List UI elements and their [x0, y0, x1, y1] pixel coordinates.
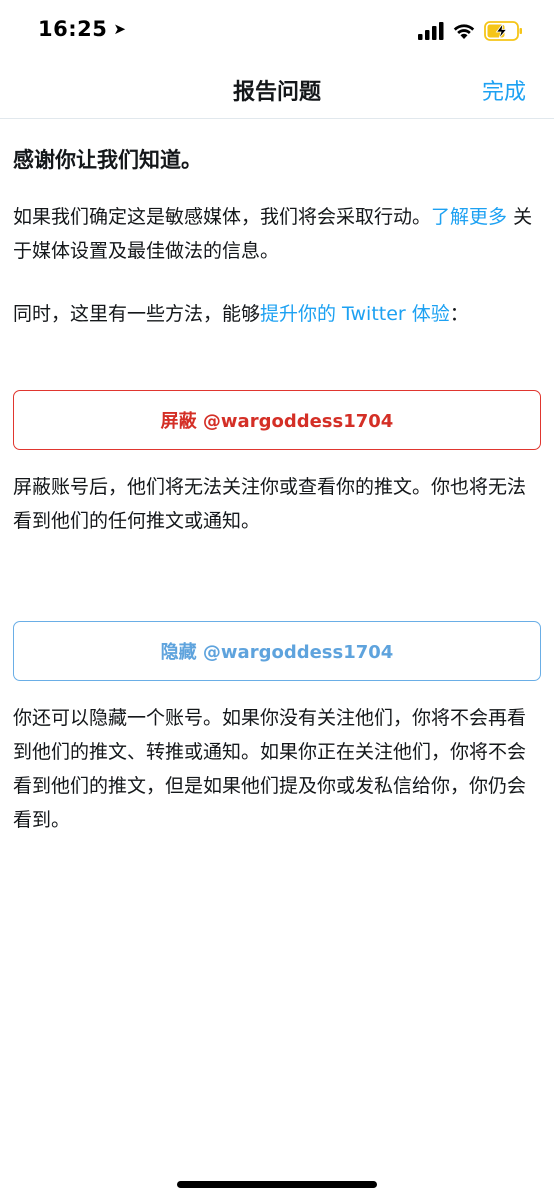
status-time: 16:25 ➤ — [38, 17, 126, 41]
report-issue-screen: 16:25 ➤ 报告问题 完成 感谢你让我们知道。 如果我们确定这是敏感媒体，我… — [0, 0, 554, 1200]
improve-experience-tail: ： — [449, 303, 469, 325]
status-time-text: 16:25 — [38, 17, 108, 41]
block-account-button[interactable]: 屏蔽 @wargoddess1704 — [13, 390, 541, 450]
wifi-icon — [453, 24, 475, 39]
improve-experience-text: 同时，这里有一些方法，能够 — [13, 303, 261, 325]
status-icons — [418, 20, 524, 42]
page-title: 报告问题 — [232, 80, 321, 105]
cellular-signal-icon — [418, 22, 444, 40]
block-account-label: 屏蔽 @wargoddess1704 — [160, 411, 394, 432]
improve-twitter-experience-link[interactable]: 提升你的 Twitter 体验 — [260, 303, 450, 325]
battery-charging-icon — [484, 21, 522, 41]
block-description: 屏蔽账号后，他们将无法关注你或查看你的推文。你也将无法看到他们的任何推文或通知。 — [13, 476, 527, 532]
sensitive-media-text: 如果我们确定这是敏感媒体，我们将会采取行动。 — [13, 206, 432, 228]
navigation-bar: 报告问题 完成 — [0, 60, 554, 119]
sensitive-media-paragraph: 如果我们确定这是敏感媒体，我们将会采取行动。了解更多 关于媒体设置及最佳做法的信… — [13, 200, 541, 268]
mute-account-button[interactable]: 隐藏 @wargoddess1704 — [13, 621, 541, 681]
learn-more-link[interactable]: 了解更多 — [431, 206, 507, 228]
improve-experience-paragraph: 同时，这里有一些方法，能够提升你的 Twitter 体验： — [13, 297, 541, 331]
home-indicator[interactable] — [177, 1181, 377, 1188]
mute-description: 你还可以隐藏一个账号。如果你没有关注他们，你将不会再看到他们的推文、转推或通知。… — [13, 707, 527, 831]
location-arrow-icon: ➤ — [113, 20, 127, 38]
status-bar: 16:25 ➤ — [0, 0, 554, 60]
mute-account-label: 隐藏 @wargoddess1704 — [160, 642, 394, 663]
done-button[interactable]: 完成 — [482, 74, 526, 106]
thanks-heading: 感谢你让我们知道。 — [13, 148, 202, 172]
report-content: 感谢你让我们知道。 如果我们确定这是敏感媒体，我们将会采取行动。了解更多 关于媒… — [13, 119, 541, 837]
